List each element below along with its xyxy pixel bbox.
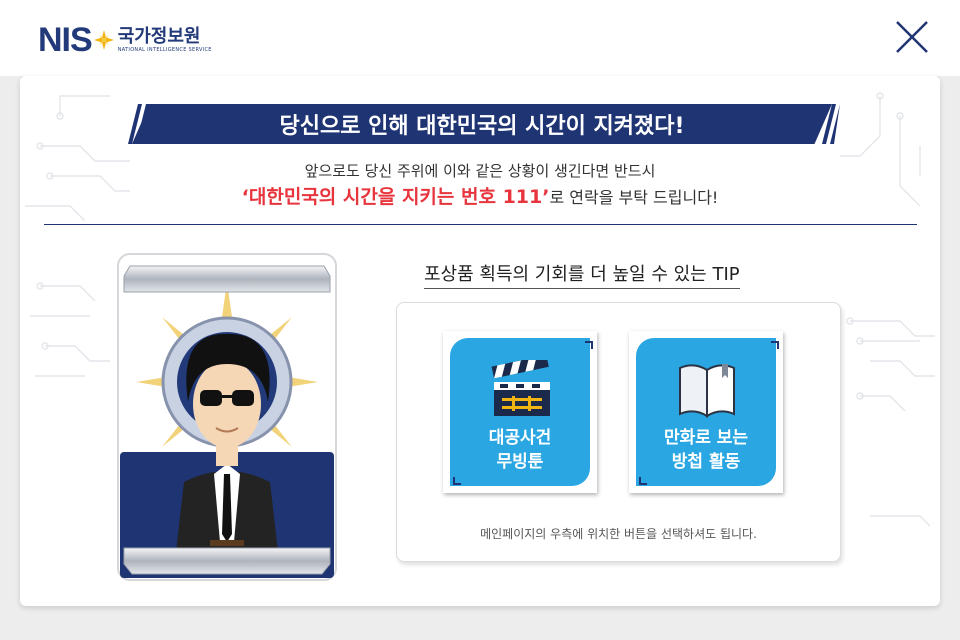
moving-toon-button[interactable]: 대공사건 무빙툰 bbox=[443, 331, 597, 493]
tip-note: 메인페이지의 우측에 위치한 버튼을 선택하셔도 됩니다. bbox=[480, 527, 757, 541]
logo-name-kr: 국가정보원 bbox=[117, 25, 201, 47]
banner-title: 당신으로 인해 대한민국의 시간이 지켜졌다! bbox=[279, 114, 685, 139]
corner-mark-icon bbox=[771, 341, 779, 349]
result-panel: 당신으로 인해 대한민국의 시간이 지켜졌다! 앞으로도 당신 주위에 이와 같… bbox=[20, 76, 940, 606]
logo-name-en: NATIONAL INTELLIGENCE SERVICE bbox=[117, 46, 212, 53]
tip-box: 대공사건 무빙툰 만화로 보는 방첩 활동 메인페이지의 우측에 위치한 버튼을… bbox=[396, 302, 841, 562]
hotline-highlight: ‘대한민국의 시간을 지키는 번호 111’ bbox=[241, 186, 550, 208]
clapperboard-icon bbox=[491, 360, 550, 416]
corner-mark-icon bbox=[639, 477, 647, 485]
moving-toon-label: 대공사건 무빙툰 bbox=[488, 428, 552, 472]
result-banner: 당신으로 인해 대한민국의 시간이 지켜졌다! bbox=[132, 104, 832, 144]
open-book-icon bbox=[679, 364, 735, 418]
message-line-2: ‘대한민국의 시간을 지키는 번호 111’로 연락을 부탁 드립니다! bbox=[20, 182, 940, 209]
corner-mark-icon bbox=[453, 477, 461, 485]
agent-character-card bbox=[117, 253, 337, 581]
close-x-icon bbox=[896, 21, 928, 53]
logo-mark: NIS bbox=[38, 21, 93, 59]
nis-logo: NIS 국가정보원 NATIONAL INTELLIGENCE SERVICE bbox=[38, 20, 212, 60]
spy-comic-label: 만화로 보는 방첩 활동 bbox=[663, 428, 749, 472]
section-divider bbox=[44, 224, 917, 225]
moving-toon-tile: 대공사건 무빙툰 bbox=[450, 338, 590, 486]
tip-title: 포상품 획득의 기회를 더 높일 수 있는 TIP bbox=[424, 260, 740, 289]
logo-star-icon bbox=[93, 30, 114, 50]
message-line-1: 앞으로도 당신 주위에 이와 같은 상황이 생긴다면 반드시 bbox=[304, 162, 656, 180]
corner-mark-icon bbox=[585, 341, 593, 349]
top-bar: NIS 국가정보원 NATIONAL INTELLIGENCE SERVICE bbox=[0, 0, 960, 76]
banner-right-stripes bbox=[822, 104, 840, 144]
spy-comic-tile: 만화로 보는 방첩 활동 bbox=[636, 338, 776, 486]
close-button[interactable] bbox=[894, 19, 930, 55]
spy-comic-button[interactable]: 만화로 보는 방첩 활동 bbox=[629, 331, 783, 493]
message-line-2-rest: 로 연락을 부탁 드립니다! bbox=[549, 188, 719, 207]
